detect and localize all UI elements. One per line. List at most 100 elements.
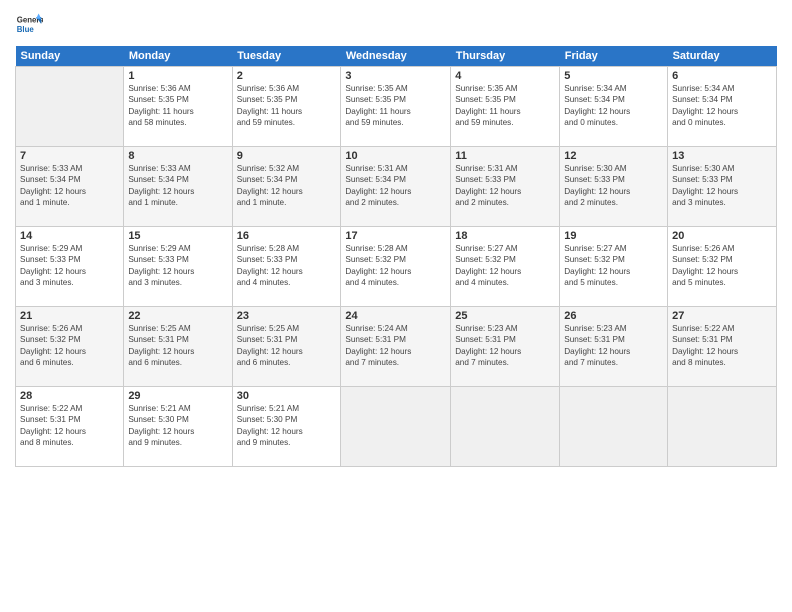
day-cell: 1Sunrise: 5:36 AM Sunset: 5:35 PM Daylig… — [124, 67, 232, 147]
day-number: 9 — [237, 150, 337, 162]
day-number: 3 — [345, 70, 446, 82]
logo-icon: General Blue — [15, 10, 43, 38]
day-number: 2 — [237, 70, 337, 82]
day-cell: 12Sunrise: 5:30 AM Sunset: 5:33 PM Dayli… — [560, 147, 668, 227]
week-row-5: 28Sunrise: 5:22 AM Sunset: 5:31 PM Dayli… — [16, 387, 777, 467]
day-number: 8 — [128, 150, 227, 162]
day-cell: 27Sunrise: 5:22 AM Sunset: 5:31 PM Dayli… — [668, 307, 777, 387]
day-cell: 20Sunrise: 5:26 AM Sunset: 5:32 PM Dayli… — [668, 227, 777, 307]
day-number: 22 — [128, 310, 227, 322]
day-number: 14 — [20, 230, 119, 242]
day-number: 4 — [455, 70, 555, 82]
day-cell: 25Sunrise: 5:23 AM Sunset: 5:31 PM Dayli… — [451, 307, 560, 387]
col-header-tuesday: Tuesday — [232, 46, 341, 67]
day-info: Sunrise: 5:29 AM Sunset: 5:33 PM Dayligh… — [128, 243, 227, 289]
day-info: Sunrise: 5:32 AM Sunset: 5:34 PM Dayligh… — [237, 163, 337, 209]
day-info: Sunrise: 5:28 AM Sunset: 5:33 PM Dayligh… — [237, 243, 337, 289]
day-cell: 24Sunrise: 5:24 AM Sunset: 5:31 PM Dayli… — [341, 307, 451, 387]
day-number: 15 — [128, 230, 227, 242]
calendar-table: SundayMondayTuesdayWednesdayThursdayFrid… — [15, 46, 777, 467]
day-number: 6 — [672, 70, 772, 82]
day-cell: 23Sunrise: 5:25 AM Sunset: 5:31 PM Dayli… — [232, 307, 341, 387]
day-info: Sunrise: 5:24 AM Sunset: 5:31 PM Dayligh… — [345, 323, 446, 369]
day-cell: 18Sunrise: 5:27 AM Sunset: 5:32 PM Dayli… — [451, 227, 560, 307]
day-number: 19 — [564, 230, 663, 242]
day-cell: 14Sunrise: 5:29 AM Sunset: 5:33 PM Dayli… — [16, 227, 124, 307]
day-cell: 26Sunrise: 5:23 AM Sunset: 5:31 PM Dayli… — [560, 307, 668, 387]
week-row-2: 7Sunrise: 5:33 AM Sunset: 5:34 PM Daylig… — [16, 147, 777, 227]
day-info: Sunrise: 5:31 AM Sunset: 5:34 PM Dayligh… — [345, 163, 446, 209]
day-number: 18 — [455, 230, 555, 242]
day-cell: 8Sunrise: 5:33 AM Sunset: 5:34 PM Daylig… — [124, 147, 232, 227]
day-cell — [451, 387, 560, 467]
day-info: Sunrise: 5:36 AM Sunset: 5:35 PM Dayligh… — [128, 83, 227, 129]
day-cell: 3Sunrise: 5:35 AM Sunset: 5:35 PM Daylig… — [341, 67, 451, 147]
day-cell: 5Sunrise: 5:34 AM Sunset: 5:34 PM Daylig… — [560, 67, 668, 147]
day-info: Sunrise: 5:36 AM Sunset: 5:35 PM Dayligh… — [237, 83, 337, 129]
day-cell: 16Sunrise: 5:28 AM Sunset: 5:33 PM Dayli… — [232, 227, 341, 307]
day-cell: 2Sunrise: 5:36 AM Sunset: 5:35 PM Daylig… — [232, 67, 341, 147]
day-info: Sunrise: 5:23 AM Sunset: 5:31 PM Dayligh… — [455, 323, 555, 369]
day-info: Sunrise: 5:29 AM Sunset: 5:33 PM Dayligh… — [20, 243, 119, 289]
day-info: Sunrise: 5:34 AM Sunset: 5:34 PM Dayligh… — [672, 83, 772, 129]
day-cell: 19Sunrise: 5:27 AM Sunset: 5:32 PM Dayli… — [560, 227, 668, 307]
day-info: Sunrise: 5:30 AM Sunset: 5:33 PM Dayligh… — [564, 163, 663, 209]
day-cell — [16, 67, 124, 147]
day-cell: 29Sunrise: 5:21 AM Sunset: 5:30 PM Dayli… — [124, 387, 232, 467]
calendar-page: General Blue SundayMondayTuesdayWednesda… — [0, 0, 792, 612]
day-info: Sunrise: 5:31 AM Sunset: 5:33 PM Dayligh… — [455, 163, 555, 209]
day-cell: 11Sunrise: 5:31 AM Sunset: 5:33 PM Dayli… — [451, 147, 560, 227]
day-number: 28 — [20, 390, 119, 402]
day-info: Sunrise: 5:23 AM Sunset: 5:31 PM Dayligh… — [564, 323, 663, 369]
day-info: Sunrise: 5:35 AM Sunset: 5:35 PM Dayligh… — [345, 83, 446, 129]
week-row-4: 21Sunrise: 5:26 AM Sunset: 5:32 PM Dayli… — [16, 307, 777, 387]
day-number: 24 — [345, 310, 446, 322]
week-row-3: 14Sunrise: 5:29 AM Sunset: 5:33 PM Dayli… — [16, 227, 777, 307]
day-cell: 21Sunrise: 5:26 AM Sunset: 5:32 PM Dayli… — [16, 307, 124, 387]
day-info: Sunrise: 5:22 AM Sunset: 5:31 PM Dayligh… — [672, 323, 772, 369]
day-number: 29 — [128, 390, 227, 402]
day-number: 20 — [672, 230, 772, 242]
day-info: Sunrise: 5:21 AM Sunset: 5:30 PM Dayligh… — [128, 403, 227, 449]
day-info: Sunrise: 5:22 AM Sunset: 5:31 PM Dayligh… — [20, 403, 119, 449]
day-info: Sunrise: 5:30 AM Sunset: 5:33 PM Dayligh… — [672, 163, 772, 209]
day-cell — [341, 387, 451, 467]
day-number: 16 — [237, 230, 337, 242]
col-header-friday: Friday — [560, 46, 668, 67]
day-cell: 10Sunrise: 5:31 AM Sunset: 5:34 PM Dayli… — [341, 147, 451, 227]
svg-text:Blue: Blue — [17, 25, 35, 34]
day-cell: 28Sunrise: 5:22 AM Sunset: 5:31 PM Dayli… — [16, 387, 124, 467]
day-info: Sunrise: 5:25 AM Sunset: 5:31 PM Dayligh… — [237, 323, 337, 369]
logo: General Blue — [15, 10, 43, 38]
day-number: 27 — [672, 310, 772, 322]
day-cell: 7Sunrise: 5:33 AM Sunset: 5:34 PM Daylig… — [16, 147, 124, 227]
day-cell: 17Sunrise: 5:28 AM Sunset: 5:32 PM Dayli… — [341, 227, 451, 307]
day-info: Sunrise: 5:21 AM Sunset: 5:30 PM Dayligh… — [237, 403, 337, 449]
day-number: 10 — [345, 150, 446, 162]
day-cell — [668, 387, 777, 467]
day-number: 26 — [564, 310, 663, 322]
week-row-1: 1Sunrise: 5:36 AM Sunset: 5:35 PM Daylig… — [16, 67, 777, 147]
day-number: 7 — [20, 150, 119, 162]
day-number: 13 — [672, 150, 772, 162]
day-number: 5 — [564, 70, 663, 82]
day-info: Sunrise: 5:33 AM Sunset: 5:34 PM Dayligh… — [20, 163, 119, 209]
day-cell: 4Sunrise: 5:35 AM Sunset: 5:35 PM Daylig… — [451, 67, 560, 147]
day-number: 23 — [237, 310, 337, 322]
header-row: SundayMondayTuesdayWednesdayThursdayFrid… — [16, 46, 777, 67]
day-info: Sunrise: 5:34 AM Sunset: 5:34 PM Dayligh… — [564, 83, 663, 129]
day-info: Sunrise: 5:27 AM Sunset: 5:32 PM Dayligh… — [455, 243, 555, 289]
day-cell — [560, 387, 668, 467]
day-cell: 13Sunrise: 5:30 AM Sunset: 5:33 PM Dayli… — [668, 147, 777, 227]
day-number: 12 — [564, 150, 663, 162]
day-cell: 9Sunrise: 5:32 AM Sunset: 5:34 PM Daylig… — [232, 147, 341, 227]
day-info: Sunrise: 5:28 AM Sunset: 5:32 PM Dayligh… — [345, 243, 446, 289]
col-header-saturday: Saturday — [668, 46, 777, 67]
header: General Blue — [15, 10, 777, 38]
day-info: Sunrise: 5:26 AM Sunset: 5:32 PM Dayligh… — [672, 243, 772, 289]
day-number: 17 — [345, 230, 446, 242]
day-info: Sunrise: 5:25 AM Sunset: 5:31 PM Dayligh… — [128, 323, 227, 369]
day-cell: 6Sunrise: 5:34 AM Sunset: 5:34 PM Daylig… — [668, 67, 777, 147]
day-number: 25 — [455, 310, 555, 322]
col-header-thursday: Thursday — [451, 46, 560, 67]
